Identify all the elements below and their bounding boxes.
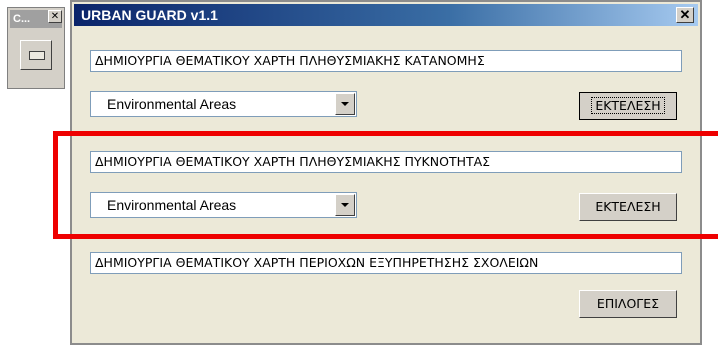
mini-toolbar-window: C... ✕ bbox=[7, 7, 65, 89]
mini-window-title: C... bbox=[13, 13, 31, 25]
window-icon bbox=[29, 51, 45, 60]
population-distribution-combo[interactable]: Environmental Areas bbox=[90, 91, 357, 117]
window-title: URBAN GUARD v1.1 bbox=[81, 7, 218, 23]
execute-button-1[interactable]: ΕΚΤΕΛΕΣΗ bbox=[579, 92, 677, 120]
titlebar: URBAN GUARD v1.1 ✕ bbox=[74, 4, 698, 26]
red-highlight-frame bbox=[53, 131, 718, 239]
school-service-areas-label: ΔΗΜΙΟΥΡΓΙΑ ΘΕΜΑΤΙΚΟΥ ΧΑΡΤΗ ΠΕΡΙΟΧΩΝ ΕΞΥΠ… bbox=[90, 252, 682, 274]
population-distribution-label: ΔΗΜΙΟΥΡΓΙΑ ΘΕΜΑΤΙΚΟΥ ΧΑΡΤΗ ΠΛΗΘΥΣΜΙΑΚΗΣ … bbox=[90, 50, 682, 72]
close-icon[interactable]: ✕ bbox=[676, 7, 694, 23]
mini-close-icon[interactable]: ✕ bbox=[48, 10, 62, 23]
combo-selected-value: Environmental Areas bbox=[107, 96, 237, 112]
execute-button-label: ΕΚΤΕΛΕΣΗ bbox=[591, 97, 665, 114]
minimized-window-button[interactable] bbox=[20, 40, 52, 70]
chevron-down-icon[interactable] bbox=[335, 93, 355, 115]
options-button[interactable]: ΕΠΙΛΟΓΕΣ bbox=[579, 290, 677, 318]
